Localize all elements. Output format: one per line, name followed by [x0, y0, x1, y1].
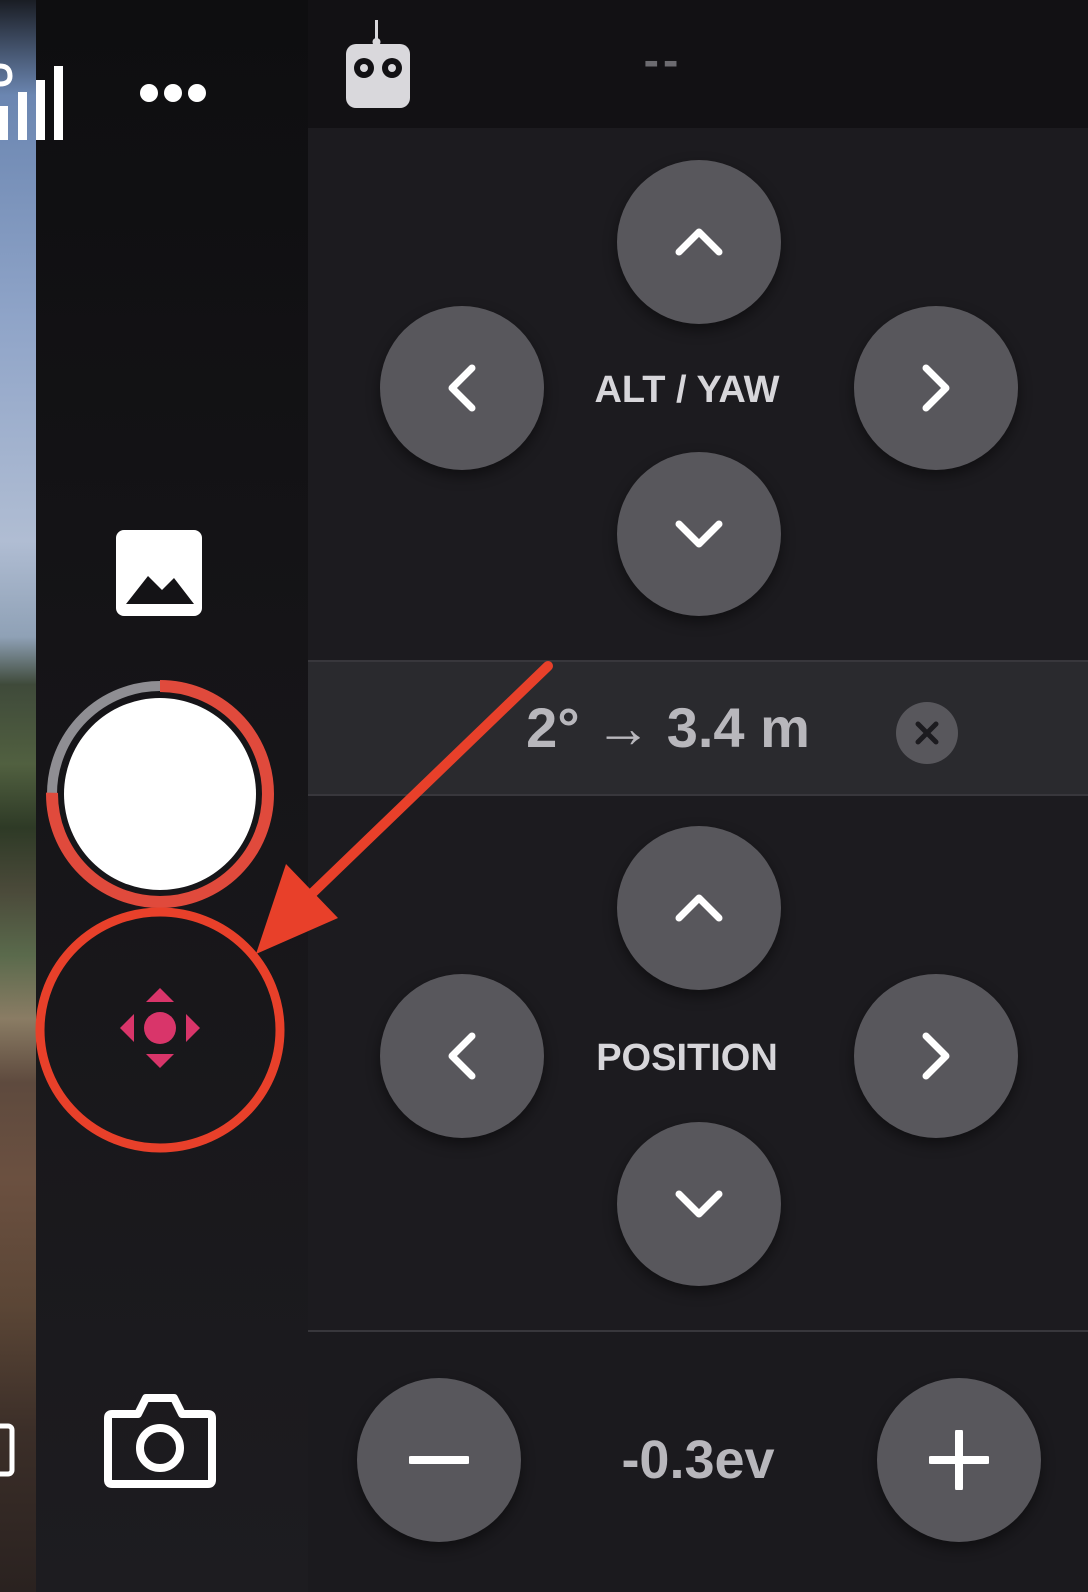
- connection-status: --: [643, 34, 683, 86]
- remote-controller-icon: [346, 20, 410, 108]
- plus-icon: [929, 1430, 989, 1490]
- more-horizontal-icon[interactable]: [136, 78, 210, 108]
- chevron-left-icon: [448, 1032, 476, 1080]
- exposure-plus-button[interactable]: [877, 1378, 1041, 1542]
- distance-readout: 2° → 3.4 m: [526, 696, 810, 759]
- position-pad: POSITION: [308, 792, 1088, 1330]
- position-back-button[interactable]: [617, 1122, 781, 1286]
- shutter-button[interactable]: [46, 680, 274, 908]
- camera-icon[interactable]: [104, 1388, 216, 1490]
- position-left-button[interactable]: [380, 974, 544, 1138]
- close-icon: [915, 721, 939, 745]
- exposure-controls: -0.3ev: [308, 1330, 1088, 1592]
- chevron-up-icon: [675, 894, 723, 922]
- move-arrows-icon[interactable]: [102, 970, 218, 1086]
- yaw-left-button[interactable]: [380, 306, 544, 470]
- minus-icon: [409, 1456, 469, 1464]
- position-forward-button[interactable]: [617, 826, 781, 990]
- chevron-down-icon: [675, 520, 723, 548]
- alt-yaw-pad: ALT / YAW: [308, 128, 1088, 660]
- signal-bars-icon: [0, 63, 63, 140]
- chevron-left-icon: [448, 364, 476, 412]
- gallery-image-icon[interactable]: [114, 528, 206, 620]
- position-label: POSITION: [596, 1037, 778, 1079]
- alt-yaw-label: ALT / YAW: [594, 369, 780, 411]
- position-right-button[interactable]: [854, 974, 1018, 1138]
- chevron-right-icon: [922, 1032, 950, 1080]
- top-status-bar: --: [308, 0, 1088, 128]
- camera-feed-preview: [0, 0, 36, 1592]
- clear-button[interactable]: [896, 702, 958, 764]
- yaw-right-button[interactable]: [854, 306, 1018, 470]
- chevron-up-icon: [675, 228, 723, 256]
- exposure-minus-button[interactable]: [357, 1378, 521, 1542]
- alt-up-button[interactable]: [617, 160, 781, 324]
- gimbal-distance-strip: 2° → 3.4 m: [308, 660, 1088, 796]
- chevron-down-icon: [675, 1190, 723, 1218]
- chevron-right-icon: [922, 364, 950, 412]
- flight-control-panel: -- ALT / YAW 2° → 3.4 m POSITION -0.3ev: [308, 0, 1088, 1592]
- partial-edge-icon: [0, 1423, 15, 1477]
- exposure-value: -0.3ev: [621, 1430, 775, 1490]
- app-root: -- ALT / YAW 2° → 3.4 m POSITION -0.3ev: [0, 0, 1088, 1592]
- alt-down-button[interactable]: [617, 452, 781, 616]
